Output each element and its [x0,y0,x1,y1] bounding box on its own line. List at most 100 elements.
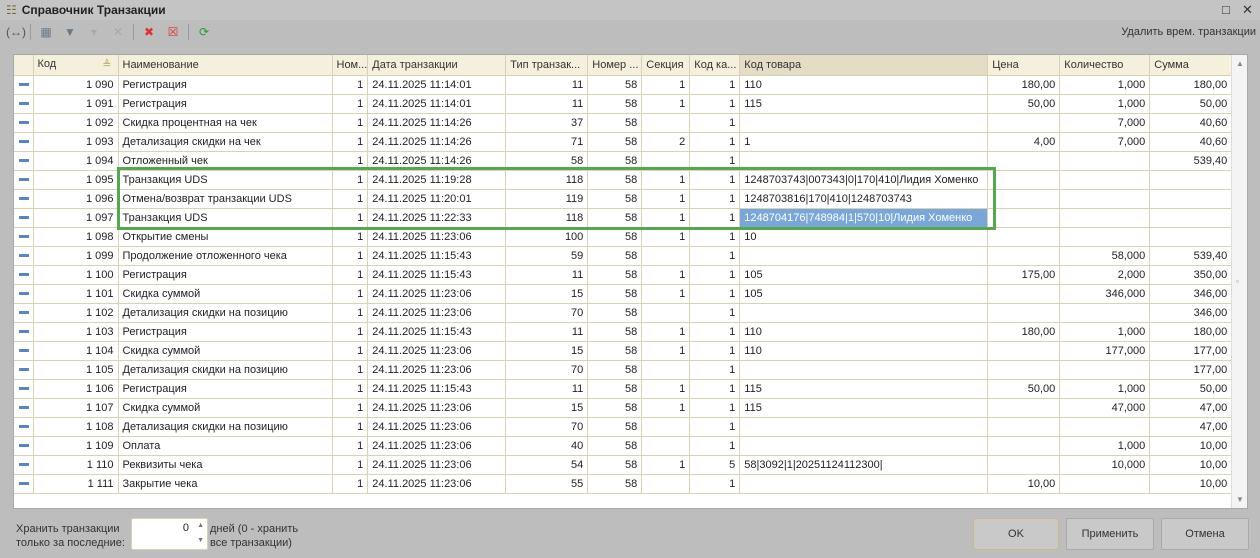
table-row[interactable]: 1 094 Отложенный чек 1 24.11.2025 11:14:26 5… [14,151,1233,171]
table-cell[interactable] [641,360,691,380]
refresh-icon[interactable]: ⟳ [195,25,213,39]
table-cell[interactable]: Продолжение отложенного чека [118,246,333,266]
table-cell[interactable]: Оплата [118,436,333,456]
table-row[interactable]: 1 111 Закрытие чека 1 24.11.2025 11:23:06 55… [14,474,1233,494]
table-cell[interactable]: 2 [641,132,691,152]
table-cell[interactable]: Закрытие чека [118,474,333,494]
table-cell[interactable]: Отложенный чек [118,151,333,171]
table-cell[interactable]: 1 [641,398,691,418]
table-cell[interactable] [641,303,691,323]
table-cell[interactable]: 58 [587,436,643,456]
column-header[interactable]: Цена [987,55,1061,76]
maximize-icon[interactable]: □ [1222,2,1230,17]
table-row[interactable]: 1 104 Скидка суммой 1 24.11.2025 11:23:06 15… [14,341,1233,361]
table-cell[interactable]: 15 [505,398,589,418]
table-cell[interactable]: 115 [739,379,989,399]
table-cell[interactable]: 1 [332,265,369,285]
table-cell[interactable]: 1 100 [33,265,119,285]
table-cell[interactable]: 539,40 [1149,151,1233,171]
table-cell[interactable]: 180,00 [1149,322,1233,342]
table-cell[interactable]: 1 [689,322,741,342]
table-cell[interactable]: 1 108 [33,417,119,437]
table-cell[interactable]: 1 [332,398,369,418]
table-cell[interactable]: 119 [505,189,589,209]
table-cell[interactable]: 58 [587,132,643,152]
table-cell[interactable]: 1 [689,303,741,323]
table-cell[interactable]: 1 [689,227,741,247]
table-cell[interactable]: Транзакция UDS [118,170,333,190]
column-header[interactable]: Количество [1059,55,1151,76]
table-cell[interactable]: 1 [332,189,369,209]
table-cell[interactable]: 118 [505,170,589,190]
table-row[interactable]: 1 093 Детализация скидки на чек 1 24.11.202… [14,132,1233,152]
table-cell[interactable]: 24.11.2025 11:23:06 [367,341,507,361]
table-cell[interactable]: Регистрация [118,75,333,95]
table-cell[interactable] [1149,189,1233,209]
table-cell[interactable]: 1,000 [1059,75,1151,95]
table-cell[interactable]: 70 [505,303,589,323]
table-cell[interactable]: 1 [332,151,369,171]
table-cell[interactable]: 1 [332,113,369,133]
table-row[interactable]: 1 107 Скидка суммой 1 24.11.2025 11:23:06 15… [14,398,1233,418]
table-cell[interactable]: 58 [587,284,643,304]
table-cell[interactable]: 1 097 [33,208,119,228]
table-cell[interactable]: 58 [587,170,643,190]
table-cell[interactable]: 70 [505,360,589,380]
table-cell[interactable]: 175,00 [987,265,1061,285]
table-cell[interactable]: 1 [641,379,691,399]
table-cell[interactable]: 58 [587,474,643,494]
close-icon[interactable]: ✕ [1242,2,1253,18]
table-cell[interactable] [739,151,989,171]
table-row[interactable]: 1 100 Регистрация 1 24.11.2025 11:15:43 11 58… [14,265,1233,285]
table-cell[interactable]: 1 [332,246,369,266]
table-cell[interactable]: 11 [505,94,589,114]
table-cell[interactable] [739,113,989,133]
column-header[interactable]: Сумма [1149,55,1233,76]
table-cell[interactable]: 1248703816|170|410|1248703743 [739,189,989,209]
table-cell[interactable] [1059,151,1151,171]
apply-button[interactable]: Применить [1066,518,1154,550]
scroll-thumb[interactable]: ▫ [1236,277,1239,286]
table-cell[interactable]: Регистрация [118,379,333,399]
table-cell[interactable]: 58 [587,227,643,247]
table-cell[interactable]: 1 [332,360,369,380]
table-cell[interactable]: 1 110 [33,455,119,475]
table-cell[interactable]: 100 [505,227,589,247]
table-cell[interactable]: 58 [587,322,643,342]
table-cell[interactable]: 1 [689,417,741,437]
table-cell[interactable]: 50,00 [987,94,1061,114]
table-cell[interactable]: 1 106 [33,379,119,399]
table-cell[interactable]: Транзакция UDS [118,208,333,228]
table-cell[interactable]: 24.11.2025 11:23:06 [367,398,507,418]
table-cell[interactable]: 1 099 [33,246,119,266]
table-cell[interactable]: Открытие смены [118,227,333,247]
table-cell[interactable] [1059,208,1151,228]
table-cell[interactable]: 1 [641,94,691,114]
table-cell[interactable]: 24.11.2025 11:14:01 [367,94,507,114]
table-cell[interactable]: Детализация скидки на позицию [118,303,333,323]
table-cell[interactable] [641,246,691,266]
table-cell[interactable]: 11 [505,265,589,285]
table-cell[interactable]: 24.11.2025 11:23:06 [367,284,507,304]
table-cell[interactable]: 7,000 [1059,132,1151,152]
table-cell[interactable]: 1 [689,398,741,418]
table-cell[interactable]: 58 [587,398,643,418]
table-cell[interactable] [987,398,1061,418]
table-cell[interactable]: 1 [332,379,369,399]
table-cell[interactable]: 1 [689,94,741,114]
table-row[interactable]: 1 109 Оплата 1 24.11.2025 11:23:06 40 58 1 1,00… [14,436,1233,456]
table-cell[interactable]: 105 [739,265,989,285]
table-cell[interactable]: 1 [332,455,369,475]
table-cell[interactable] [1059,227,1151,247]
table-cell[interactable]: 47,00 [1149,398,1233,418]
table-cell[interactable]: 10,00 [1149,455,1233,475]
table-cell[interactable]: 110 [739,341,989,361]
table-cell[interactable]: 58 [587,360,643,380]
table-cell[interactable] [987,455,1061,475]
table-cell[interactable]: 24.11.2025 11:23:06 [367,455,507,475]
table-cell[interactable]: 1 [332,284,369,304]
table-cell[interactable]: 24.11.2025 11:23:06 [367,417,507,437]
table-cell[interactable]: 24.11.2025 11:15:43 [367,246,507,266]
table-row[interactable]: 1 102 Детализация скидки на позицию 1 24.11… [14,303,1233,323]
table-cell[interactable]: 1 [689,189,741,209]
